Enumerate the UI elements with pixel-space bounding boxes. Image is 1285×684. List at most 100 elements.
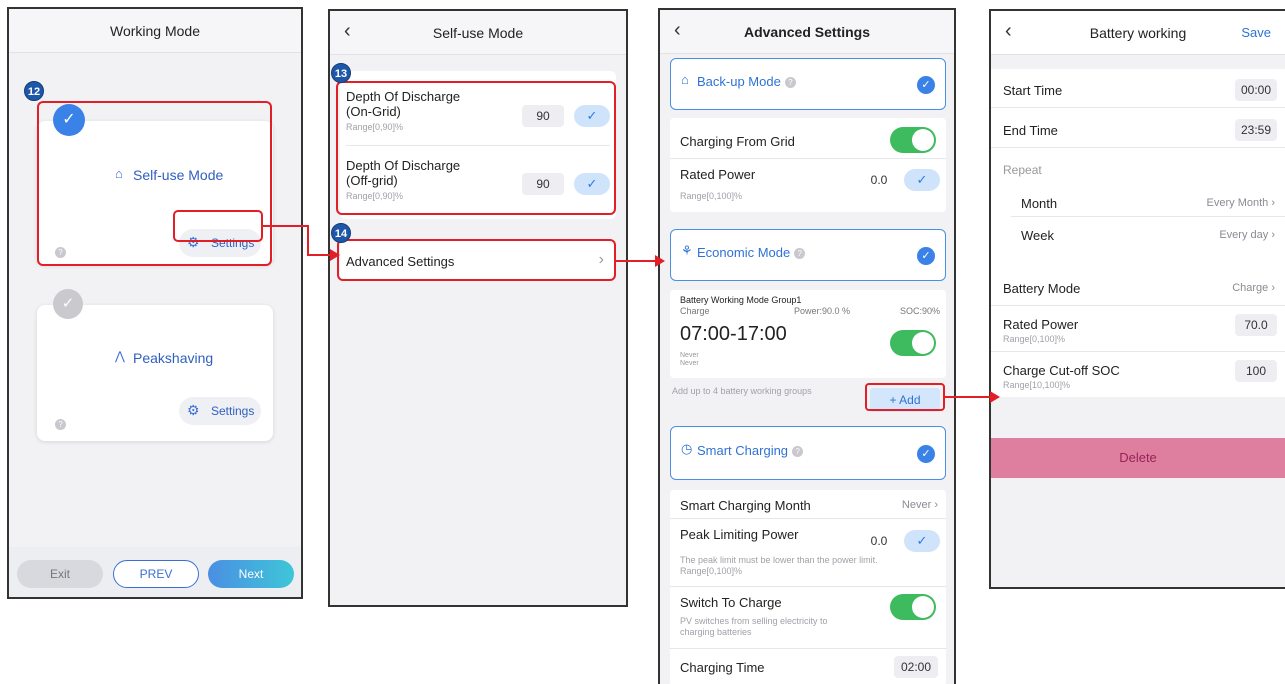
time-card: Start Time 00:00 End Time 23:59 Repeat M… <box>991 69 1285 281</box>
divider <box>670 518 946 519</box>
soc-label: SOC:90% <box>899 306 940 316</box>
backup-settings-card: Charging From Grid Rated Power Range[0,1… <box>670 118 946 212</box>
week-label: Week <box>1021 228 1054 243</box>
top-bar: ‹ Advanced Settings <box>660 10 954 54</box>
rated-power-range: Range[0,100]% <box>1003 334 1066 344</box>
peak-limiting-input[interactable]: 0.0 <box>858 530 900 552</box>
switch-note: PV switches from selling electricity to <box>680 616 828 626</box>
peak-note: The peak limit must be lower than the po… <box>680 555 878 565</box>
economic-icon: ⚘ <box>681 243 693 258</box>
smart-month-label: Smart Charging Month <box>680 498 811 513</box>
check-icon: ✓ <box>917 247 935 265</box>
arrow-line <box>307 225 309 255</box>
rated-power-input[interactable]: 70.0 <box>1235 314 1277 336</box>
smart-charging-card: Smart Charging Month Never › Peak Limiti… <box>670 490 946 684</box>
smart-charging-header[interactable]: ◷ Smart Charging? ✓ <box>670 426 946 480</box>
rated-power-input[interactable]: 0.0 <box>858 169 900 191</box>
page-title: Self-use Mode <box>432 25 524 41</box>
group-toggle[interactable] <box>890 330 936 356</box>
peak-range: Range[0,100]% <box>680 566 743 576</box>
divider <box>1011 216 1285 217</box>
mode-card: Battery Mode Charge › Rated Power Range[… <box>991 267 1285 397</box>
battery-mode-value[interactable]: Charge › <box>1232 282 1275 294</box>
arrow-line <box>945 396 991 398</box>
battery-group-card[interactable]: Battery Working Mode Group1 Charge Power… <box>670 290 946 378</box>
charging-time-input[interactable]: 02:00 <box>894 656 938 678</box>
top-bar: ‹ Self-use Mode <box>330 11 626 55</box>
end-time-input[interactable]: 23:59 <box>1235 119 1277 141</box>
repeat-label: Repeat <box>1003 163 1042 177</box>
step-badge: 12 <box>24 81 44 101</box>
highlight-depth <box>336 81 616 215</box>
start-time-input[interactable]: 00:00 <box>1235 79 1277 101</box>
add-hint: Add up to 4 battery working groups <box>672 386 812 396</box>
divider <box>991 351 1285 352</box>
confirm-button[interactable]: ✓ <box>904 530 940 552</box>
divider <box>670 586 946 587</box>
divider <box>991 147 1285 148</box>
top-bar: ‹ Battery working Save <box>991 11 1285 55</box>
month-label: Month <box>1021 196 1058 211</box>
week-value[interactable]: Every day › <box>1219 229 1275 241</box>
save-button[interactable]: Save <box>1241 25 1271 40</box>
peakshaving-mode-card[interactable]: ⋀ Peakshaving ? ⚙ Settings <box>37 305 273 441</box>
charge-label: Charge <box>680 306 710 316</box>
divider <box>991 107 1285 108</box>
time-range: 07:00-17:00 <box>680 323 787 345</box>
switch-to-charge-label: Switch To Charge <box>680 595 782 610</box>
advanced-settings-screen: ‹ Advanced Settings ⌂ Back-up Mode? ✓ Ch… <box>658 8 956 684</box>
charging-from-grid-toggle[interactable] <box>890 127 936 153</box>
switch-to-charge-toggle[interactable] <box>890 594 936 620</box>
next-button[interactable]: Next <box>208 560 294 588</box>
page-title: Advanced Settings <box>743 24 871 40</box>
start-time-label: Start Time <box>1003 83 1063 98</box>
charging-time-label: Charging Time <box>680 660 765 675</box>
peak-limiting-label: Peak Limiting Power <box>680 527 799 542</box>
switch-note: charging batteries <box>680 627 752 637</box>
backup-icon: ⌂ <box>681 72 689 87</box>
end-time-label: End Time <box>1003 123 1058 138</box>
confirm-button[interactable]: ✓ <box>904 169 940 191</box>
cutoff-soc-input[interactable]: 100 <box>1235 360 1277 382</box>
check-icon: ✓ <box>917 445 935 463</box>
step-badge: 14 <box>331 223 351 243</box>
never-label: Never <box>680 360 699 367</box>
exit-button[interactable]: Exit <box>17 560 103 588</box>
arrow-head <box>655 255 665 267</box>
help-icon[interactable]: ? <box>55 415 66 433</box>
check-icon: ✓ <box>53 289 83 319</box>
clock-icon: ◷ <box>681 441 693 456</box>
arrow-line <box>263 225 308 227</box>
cutoff-soc-label: Charge Cut-off SOC <box>1003 363 1120 378</box>
divider <box>670 158 946 159</box>
arrow-line <box>307 254 331 256</box>
working-mode-screen: Working Mode ⌂ Self-use Mode ? ⚙ Setting… <box>7 7 303 599</box>
divider <box>670 648 946 649</box>
gear-icon: ⚙ <box>187 402 200 418</box>
rated-power-label: Rated Power <box>680 167 756 182</box>
backup-mode-header[interactable]: ⌂ Back-up Mode? ✓ <box>670 58 946 110</box>
settings-button[interactable]: ⚙ Settings <box>179 397 261 425</box>
help-icon[interactable]: ? <box>794 248 806 259</box>
highlight-add <box>865 383 945 411</box>
never-label: Never <box>680 352 699 359</box>
footer: Exit PREV Next <box>9 547 301 597</box>
month-value[interactable]: Every Month › <box>1207 197 1275 209</box>
rated-power-range: Range[0,100]% <box>680 191 743 201</box>
backup-mode-label: Back-up Mode <box>697 74 781 89</box>
divider <box>991 305 1285 306</box>
economic-mode-label: Economic Mode <box>697 245 791 260</box>
arrow-head <box>330 249 340 261</box>
economic-mode-header[interactable]: ⚘ Economic Mode? ✓ <box>670 229 946 281</box>
prev-button[interactable]: PREV <box>113 560 199 588</box>
smart-month-value[interactable]: Never › <box>902 499 938 511</box>
page-title: Working Mode <box>109 23 200 39</box>
arrow-head <box>990 391 1000 403</box>
help-icon[interactable]: ? <box>792 446 804 457</box>
battery-working-screen: ‹ Battery working Save Start Time 00:00 … <box>989 9 1285 589</box>
delete-button[interactable]: Delete <box>991 438 1285 478</box>
group-title: Battery Working Mode Group1 <box>680 295 802 305</box>
peak-icon: ⋀ <box>115 349 125 363</box>
check-icon: ✓ <box>917 76 935 94</box>
help-icon[interactable]: ? <box>784 77 796 88</box>
